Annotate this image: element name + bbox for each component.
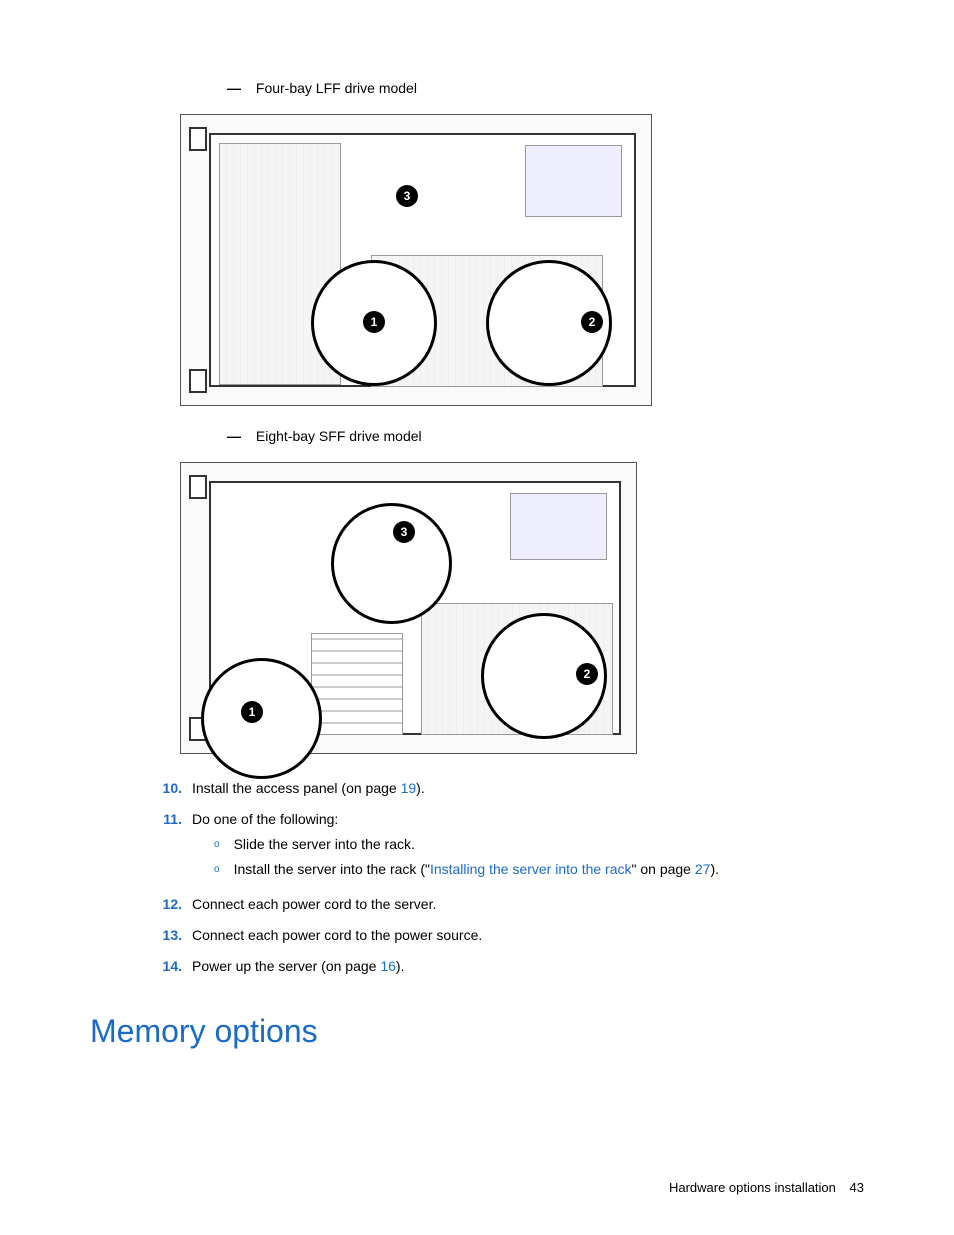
step-text: Install the access panel (on page 19). [192,778,864,799]
bullet-icon: o [214,862,220,877]
figure-caption-2: — Eight-bay SFF drive model [220,428,864,444]
sub-option: o Install the server into the rack ("Ins… [214,859,864,880]
callout-1: 1 [241,701,263,723]
step-text: Do one of the following: o Slide the ser… [192,809,864,884]
step-10: 10. Install the access panel (on page 19… [150,778,864,799]
diagram-four-bay-lff: 1 2 3 [180,114,652,406]
step-text: Connect each power cord to the server. [192,894,864,915]
sub-option: o Slide the server into the rack. [214,834,864,855]
step-14: 14. Power up the server (on page 16). [150,956,864,977]
step-text: Power up the server (on page 16). [192,956,864,977]
diagram-eight-bay-sff: 1 2 3 [180,462,637,754]
page-link[interactable]: 27 [695,861,711,877]
page-link[interactable]: 16 [380,958,396,974]
em-dash-icon: — [220,80,248,96]
section-heading: Memory options [90,1013,864,1050]
page-link[interactable]: 19 [401,780,417,796]
zoom-circle-1 [201,658,322,779]
document-page: — Four-bay LFF drive model 1 2 3 — Eight… [0,0,954,1235]
step-number: 10. [150,778,182,799]
step-number: 14. [150,956,182,977]
step-number: 12. [150,894,182,915]
step-11: 11. Do one of the following: o Slide the… [150,809,864,884]
callout-3: 3 [393,521,415,543]
step-number: 11. [150,809,182,830]
footer-page-number: 43 [850,1180,864,1195]
drive-bay-area [311,633,403,735]
callout-2: 2 [581,311,603,333]
zoom-circle-3 [331,503,452,624]
instruction-list: 10. Install the access panel (on page 19… [90,778,864,977]
em-dash-icon: — [220,428,248,444]
cross-ref-link[interactable]: Installing the server into the rack [430,861,632,877]
step-12: 12. Connect each power cord to the serve… [150,894,864,915]
callout-2: 2 [576,663,598,685]
psu-area [510,493,607,560]
sub-option-text: Install the server into the rack ("Insta… [234,859,719,880]
step-13: 13. Connect each power cord to the power… [150,925,864,946]
page-footer: Hardware options installation 43 [669,1180,864,1195]
psu-area [525,145,622,217]
callout-1: 1 [363,311,385,333]
caption-text: Four-bay LFF drive model [256,80,417,96]
callout-3: 3 [396,185,418,207]
step-number: 13. [150,925,182,946]
step-text: Connect each power cord to the power sou… [192,925,864,946]
caption-text: Eight-bay SFF drive model [256,428,422,444]
figure-caption-1: — Four-bay LFF drive model [220,80,864,96]
sub-option-list: o Slide the server into the rack. o Inst… [214,834,864,880]
bullet-icon: o [214,837,220,852]
footer-section: Hardware options installation [669,1180,836,1195]
